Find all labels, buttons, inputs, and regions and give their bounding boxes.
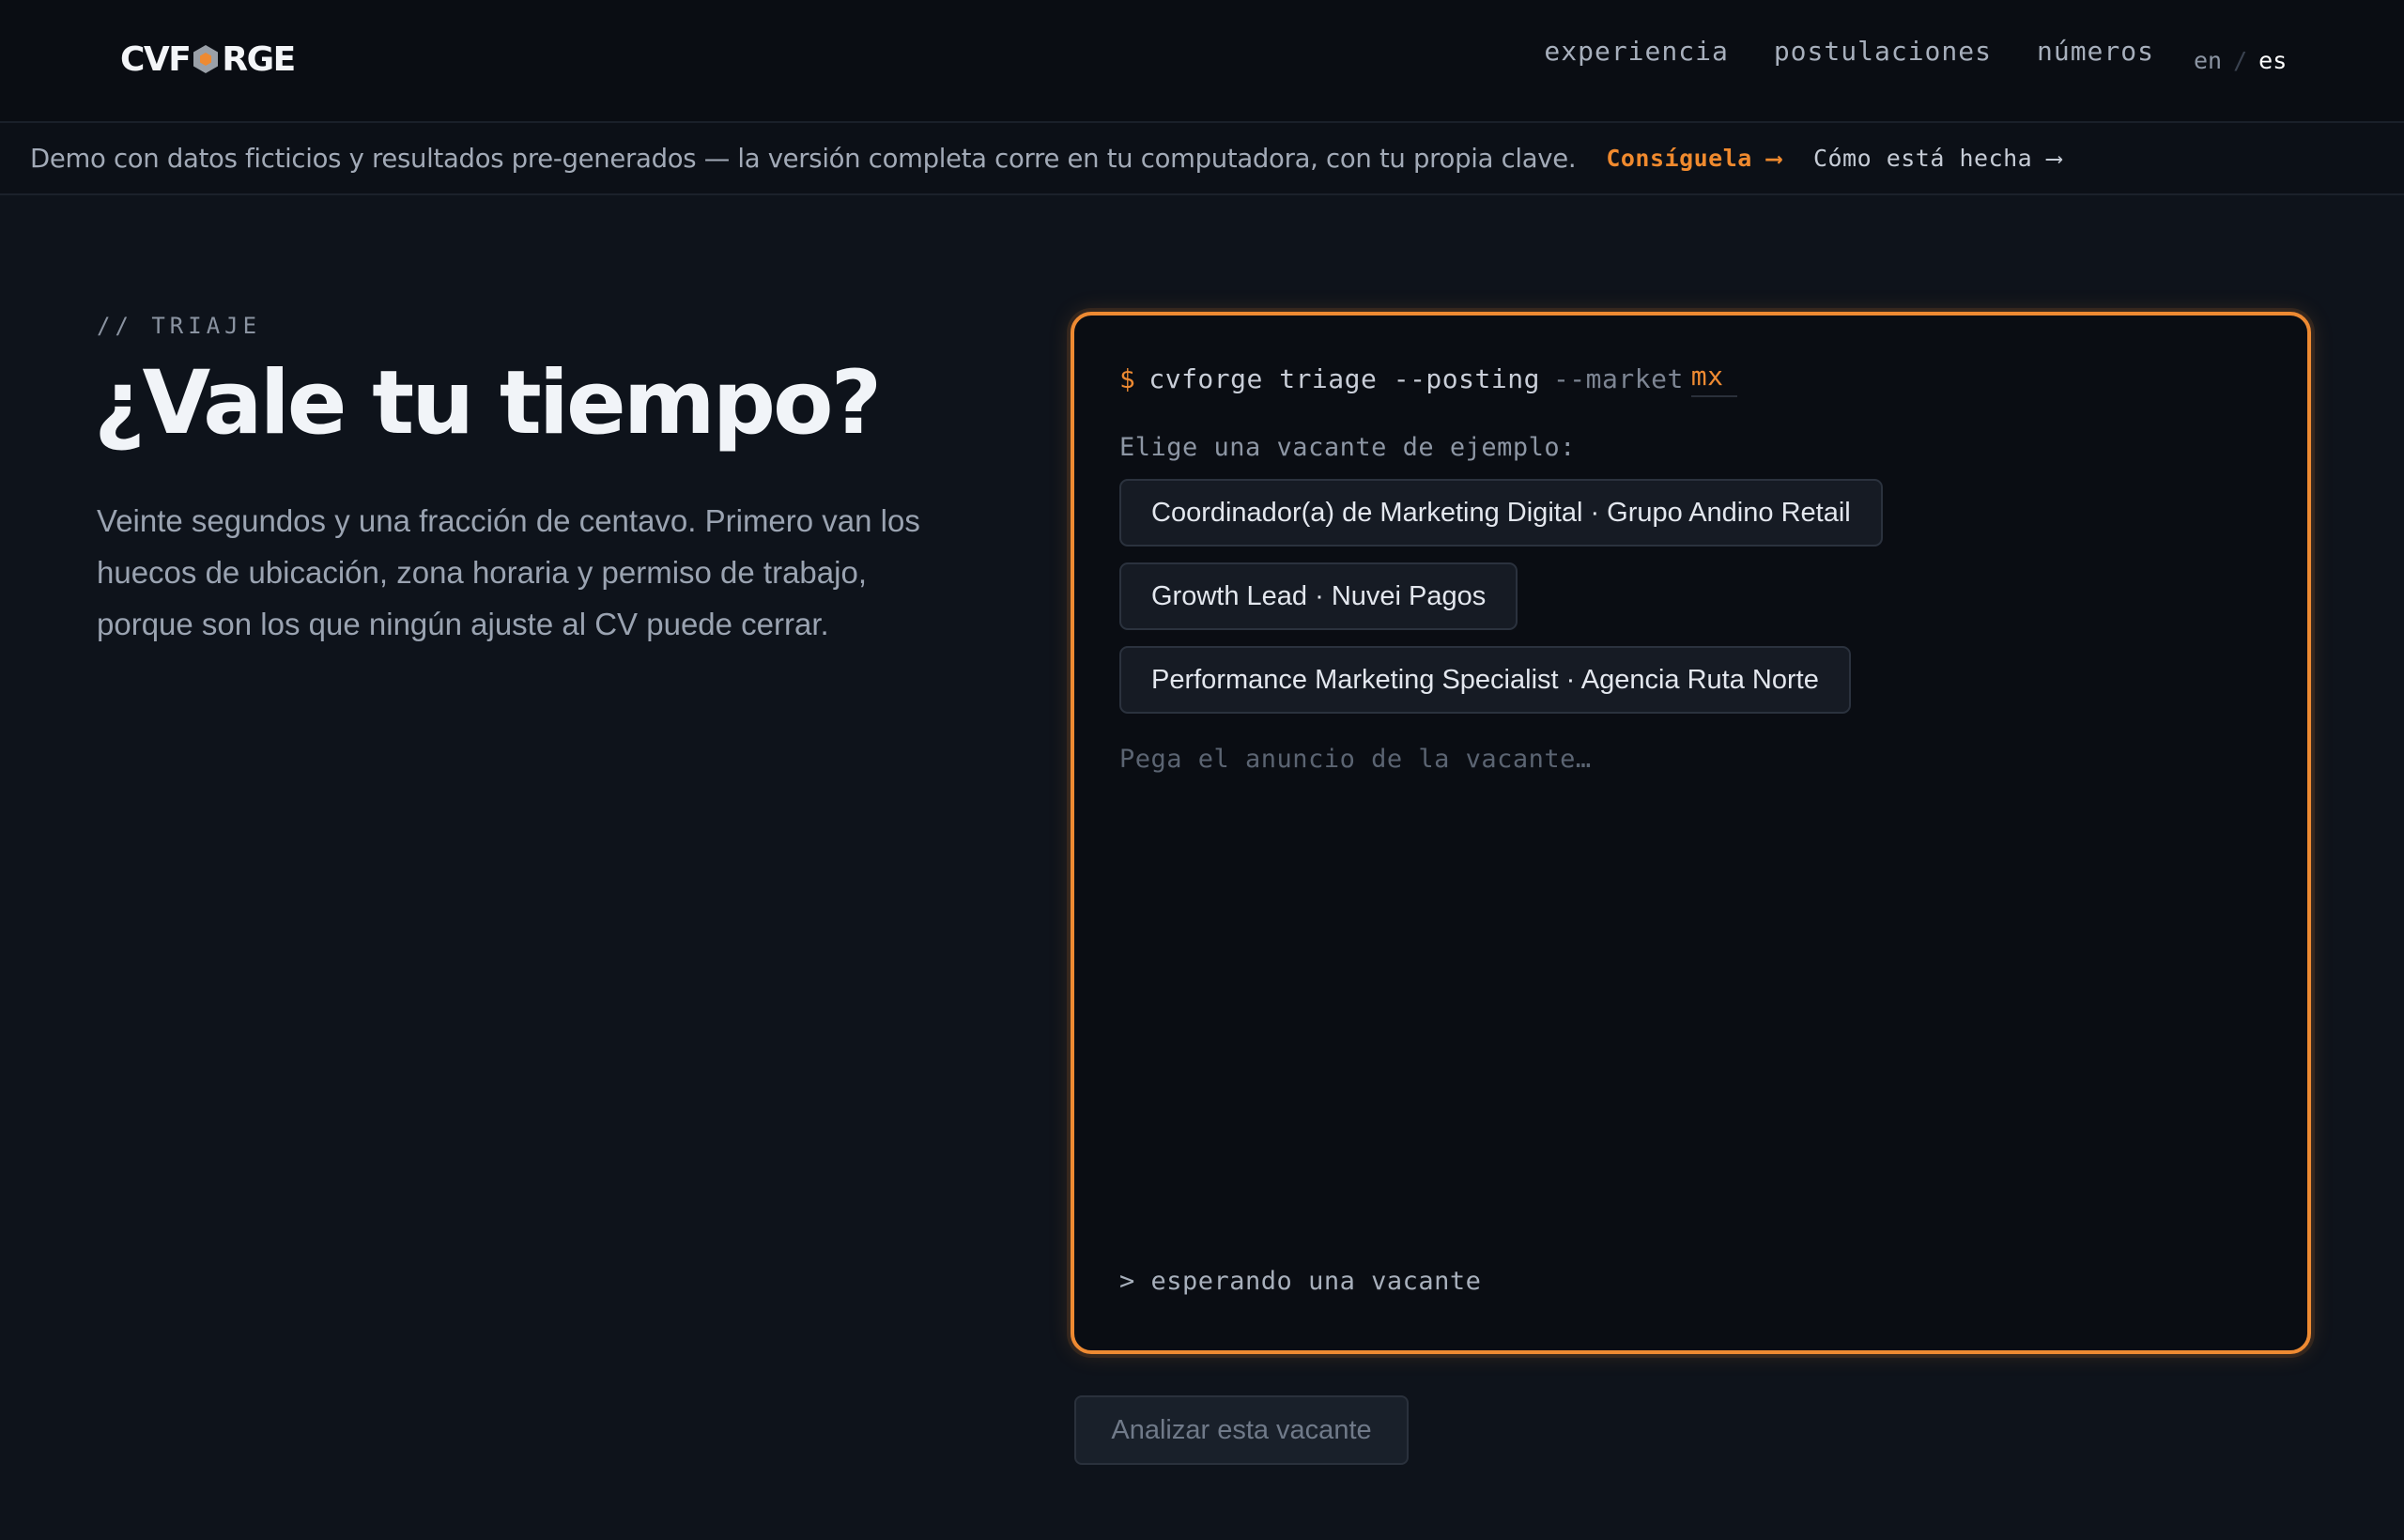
- logo-text-right: RGE: [222, 39, 296, 79]
- page-description: Veinte segundos y una fracción de centav…: [97, 503, 920, 641]
- nav-links: experiencia postulaciones números: [1544, 36, 2154, 67]
- lang-separator: /: [2233, 47, 2248, 74]
- sample-posting-button[interactable]: Growth Lead · Nuvei Pagos: [1119, 562, 1518, 630]
- market-flag: --market: [1552, 363, 1684, 394]
- sample-posting-button[interactable]: Coordinador(a) de Marketing Digital · Gr…: [1119, 479, 1883, 547]
- demo-banner: Demo con datos ficticios y resultados pr…: [0, 123, 2404, 195]
- sample-posting-button[interactable]: Performance Marketing Specialist · Agenc…: [1119, 646, 1851, 714]
- posting-textarea[interactable]: [1119, 745, 2262, 1195]
- hexagon-icon: [193, 45, 219, 73]
- command-line: $ cvforge triage --posting --market mx: [1119, 361, 2262, 397]
- sample-picker-label: Elige una vacante de ejemplo:: [1119, 433, 1576, 462]
- prompt-symbol: $: [1119, 363, 1136, 394]
- nav-link-numeros[interactable]: números: [2037, 36, 2154, 67]
- lang-en[interactable]: en: [2194, 47, 2222, 74]
- market-selector[interactable]: mx: [1690, 361, 1737, 397]
- top-nav: CVF RGE experiencia postulaciones número…: [0, 0, 2404, 123]
- language-switcher: en / es: [2194, 47, 2287, 74]
- terminal-body: $ cvforge triage --posting --market mx E…: [1119, 361, 2262, 1305]
- page-title: ¿Vale tu tiempo?: [94, 352, 882, 454]
- logo[interactable]: CVF RGE: [120, 38, 296, 81]
- how-its-made-link[interactable]: Cómo está hecha ⟶: [1813, 145, 2061, 172]
- logo-text-left: CVF: [120, 39, 192, 79]
- banner-message: Demo con datos ficticios y resultados pr…: [30, 143, 1577, 174]
- command-text: cvforge triage --posting: [1148, 363, 1540, 394]
- get-it-link[interactable]: Consíguela ⟶: [1606, 145, 1781, 172]
- lang-es[interactable]: es: [2258, 47, 2287, 74]
- nav-link-experiencia[interactable]: experiencia: [1544, 36, 1728, 67]
- sample-postings: Coordinador(a) de Marketing Digital · Gr…: [1119, 479, 2262, 714]
- nav-link-postulaciones[interactable]: postulaciones: [1774, 36, 1992, 67]
- triage-terminal: $ cvforge triage --posting --market mx E…: [1071, 312, 2311, 1354]
- analyze-button[interactable]: Analizar esta vacante: [1074, 1395, 1409, 1465]
- section-eyebrow: // TRIAJE: [97, 313, 262, 339]
- terminal-status: > esperando una vacante: [1119, 1267, 1482, 1296]
